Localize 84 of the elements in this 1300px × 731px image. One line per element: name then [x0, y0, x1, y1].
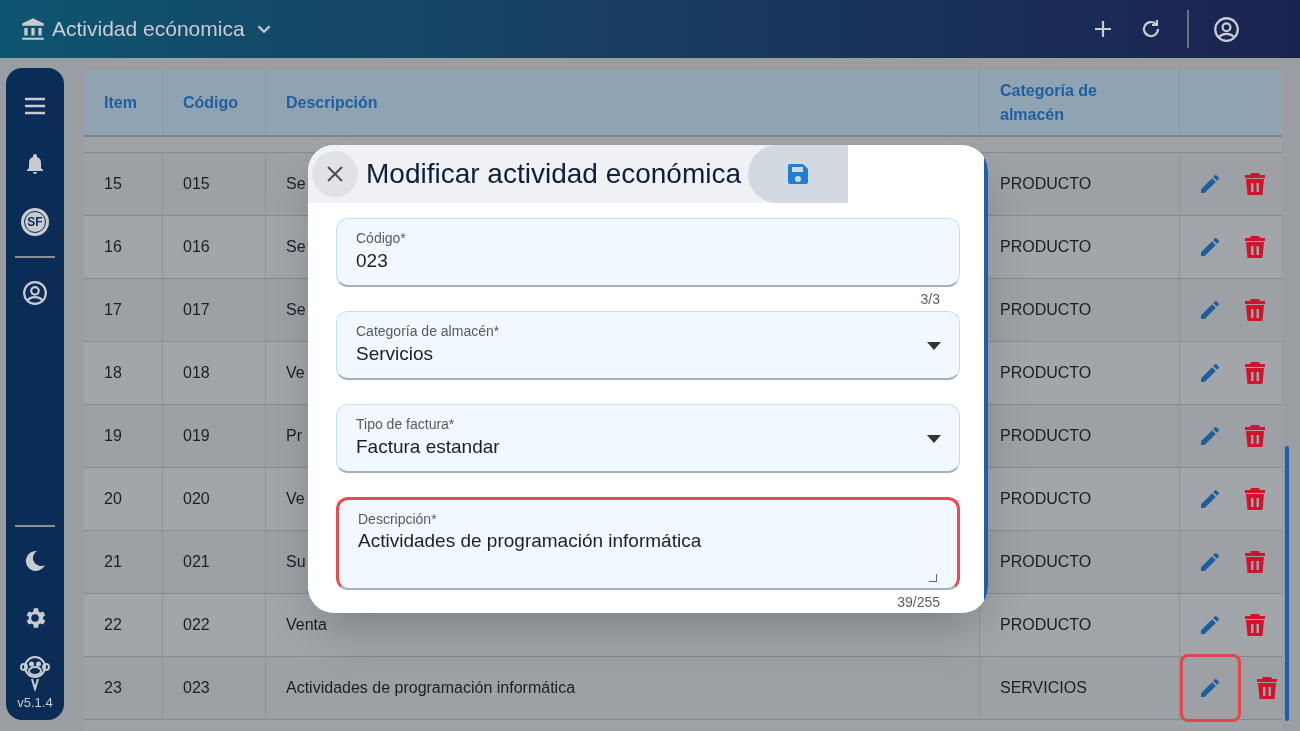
column-header: Descripción — [286, 92, 378, 113]
table-cell-text: 019 — [183, 426, 210, 446]
table-cell-text: 19 — [104, 426, 122, 446]
field-input[interactable]: Actividades de programación informática — [358, 528, 938, 578]
table-cell-text: 18 — [104, 363, 122, 383]
table-cell-text: PRODUCTO — [1000, 363, 1092, 383]
table-cell-text: Pr — [286, 426, 302, 446]
edit-button[interactable] — [1180, 654, 1241, 722]
sf-logo[interactable]: SF — [21, 208, 49, 236]
table-cell-text: PRODUCTO — [1000, 552, 1092, 572]
table-cell-text: Actividades de programación informática — [286, 678, 576, 698]
column-header: Item — [104, 92, 137, 113]
column-header: Código — [183, 92, 239, 113]
table-cell-text: PRODUCTO — [1000, 489, 1092, 509]
table-cell-text: 016 — [183, 237, 210, 257]
table-cell-text: 22 — [104, 615, 122, 635]
close-button[interactable] — [312, 151, 358, 197]
table-cell-text: PRODUCTO — [1000, 300, 1092, 320]
save-icon — [786, 162, 810, 186]
trash-icon — [1244, 172, 1266, 196]
trash-icon — [1244, 235, 1266, 259]
table-cell-text: Se — [286, 237, 306, 257]
account-icon[interactable] — [1213, 15, 1240, 43]
pencil-icon — [1198, 172, 1222, 196]
dropdown-arrow-icon — [927, 435, 941, 443]
account-icon[interactable] — [22, 280, 48, 306]
dialog-title: Modificar actividad económica — [366, 157, 742, 191]
table-cell-text: PRODUCTO — [1000, 615, 1092, 635]
table-cell-text: 21 — [104, 552, 122, 572]
table-cell-text: 17 — [104, 300, 122, 320]
table-cell-text: 021 — [183, 552, 210, 572]
text-area[interactable]: Descripción* Actividades de programación informática — [336, 497, 960, 590]
table-cell-text: Se — [286, 300, 306, 320]
table-cell-text: Su — [286, 552, 306, 572]
version-label: v5.1.4 — [17, 693, 53, 712]
close-icon — [325, 164, 345, 184]
bank-icon — [20, 16, 46, 42]
field-input[interactable]: 023 — [356, 247, 940, 275]
table-cell-text: 020 — [183, 489, 210, 509]
trash-icon — [1244, 424, 1266, 448]
table-cell-text: PRODUCTO — [1000, 426, 1092, 446]
select-field[interactable]: Tipo de factura* Factura estandar — [336, 404, 960, 473]
character-counter: 39/255 — [897, 592, 940, 612]
field-input[interactable]: Factura estandar — [356, 433, 940, 461]
trash-icon — [1244, 550, 1266, 574]
table-cell-text: 022 — [183, 615, 210, 635]
table-cell-text: 16 — [104, 237, 122, 257]
table-cell-text: 018 — [183, 363, 210, 383]
table-cell-text: 15 — [104, 174, 122, 194]
menu-icon[interactable] — [23, 96, 47, 116]
input-field[interactable]: Código* 023 — [336, 218, 960, 287]
pencil-icon — [1198, 613, 1222, 637]
table-cell-text: Venta — [286, 615, 327, 635]
character-counter: 3/3 — [920, 289, 940, 309]
table-cell-text: 023 — [183, 678, 210, 698]
table-cell-text: Ve — [286, 363, 305, 383]
save-button[interactable] — [748, 145, 848, 203]
table-cell-text: 015 — [183, 174, 210, 194]
trash-icon — [1244, 361, 1266, 385]
pencil-icon — [1198, 298, 1222, 322]
table-cell-text: SERVICIOS — [1000, 678, 1087, 698]
table-cell-text: PRODUCTO — [1000, 174, 1092, 194]
dropdown-arrow-icon — [927, 342, 941, 350]
table-cell-text: 20 — [104, 489, 122, 509]
pencil-icon — [1198, 361, 1222, 385]
pencil-icon — [1198, 424, 1222, 448]
table-cell-text: Ve — [286, 489, 305, 509]
moon-icon[interactable] — [23, 548, 47, 573]
pencil-icon — [1198, 235, 1222, 259]
scrollbar[interactable] — [1285, 446, 1289, 721]
table-cell-text: 017 — [183, 300, 210, 320]
trash-icon — [1244, 613, 1266, 637]
trash-icon — [1256, 676, 1279, 700]
table-cell-text: 23 — [104, 678, 122, 698]
page-title: Actividad ecónomica — [52, 16, 245, 43]
trash-icon — [1244, 298, 1266, 322]
select-field[interactable]: Categoría de almacén* Servicios — [336, 311, 960, 380]
pencil-icon — [1198, 487, 1222, 511]
column-header: Categoría de almacén — [1000, 80, 1098, 125]
table-cell-text: Se — [286, 174, 306, 194]
pencil-icon — [1198, 550, 1222, 574]
field-input[interactable]: Servicios — [356, 340, 940, 368]
table-cell-text: PRODUCTO — [1000, 237, 1092, 257]
trash-icon — [1244, 487, 1266, 511]
